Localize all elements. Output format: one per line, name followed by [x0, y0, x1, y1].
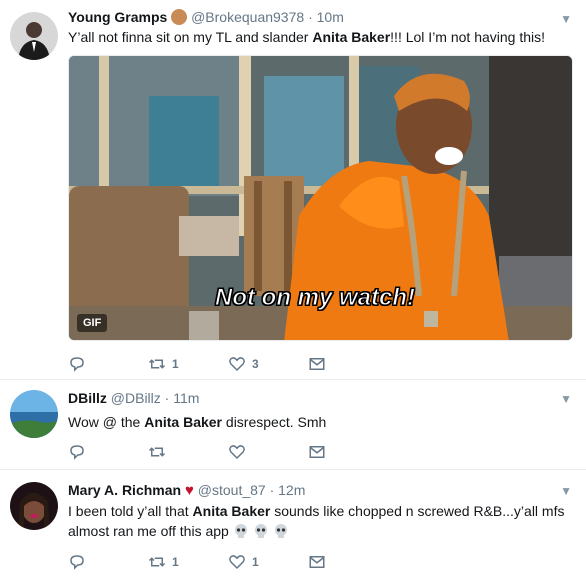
separator: ·	[164, 390, 170, 406]
retweet-button[interactable]	[148, 443, 228, 461]
handle[interactable]: @stout_87	[198, 482, 266, 498]
red-heart-icon: ♥	[184, 482, 194, 499]
heart-icon	[229, 445, 245, 460]
display-name[interactable]: Mary A. Richman	[68, 482, 181, 498]
tweet-text: I been told y’all that Anita Baker sound…	[68, 501, 574, 541]
retweet-icon	[148, 557, 166, 567]
avatar[interactable]	[10, 482, 58, 530]
envelope-icon	[309, 446, 325, 458]
tweet-text-part: !!! Lol I’m not having this!	[390, 29, 546, 45]
like-count: 1	[252, 555, 259, 569]
tweet[interactable]: DBillz @DBillz · 11m ▼ Wow @ the Anita B…	[0, 380, 586, 470]
retweet-count: 1	[172, 357, 179, 371]
display-name[interactable]: Young Gramps	[68, 9, 167, 25]
message-button[interactable]	[308, 553, 388, 571]
avatar[interactable]	[10, 390, 58, 438]
timestamp[interactable]: 10m	[317, 9, 344, 25]
separator: ·	[269, 482, 275, 498]
tweet-text-part: disrespect. Smh	[222, 414, 327, 430]
display-name[interactable]: DBillz	[68, 390, 107, 406]
separator: ·	[308, 9, 313, 25]
like-button[interactable]: 1	[228, 553, 308, 571]
retweet-icon	[148, 447, 166, 457]
gif-caption: Not on my watch!	[214, 284, 416, 312]
heart-icon	[229, 555, 245, 570]
reply-icon	[70, 555, 84, 570]
handle[interactable]: @DBillz	[111, 390, 161, 406]
timestamp[interactable]: 11m	[173, 390, 199, 406]
reply-button[interactable]	[68, 553, 148, 571]
tweet[interactable]: Young Gramps @Brokequan9378 · 10m ▼ Y’al…	[0, 0, 586, 380]
skull-emoji-icon	[254, 524, 267, 538]
tweet-text: Wow @ the Anita Baker disrespect. Smh	[68, 412, 574, 432]
tweet-text-part: Y’all not finna sit on my TL and slander	[68, 29, 313, 45]
tweet-text-highlight: Anita Baker	[312, 29, 391, 45]
tweet[interactable]: Mary A. Richman ♥ @stout_87 · 12m ▼ I be…	[0, 470, 586, 580]
retweet-count: 1	[172, 555, 179, 569]
tweet-text-highlight: Anita Baker	[144, 414, 223, 430]
heart-icon	[229, 357, 245, 372]
like-button[interactable]: 3	[228, 355, 308, 373]
retweet-button[interactable]: 1	[148, 553, 228, 571]
skull-emoji-icon	[274, 524, 287, 538]
gif-badge: GIF	[77, 314, 108, 332]
gif-media[interactable]: Not on my watch! GIF	[68, 55, 573, 341]
tweet-text: Y’all not finna sit on my TL and slander…	[68, 27, 574, 47]
envelope-icon	[309, 358, 325, 370]
envelope-icon	[309, 556, 325, 568]
tweet-text-highlight: Anita Baker	[192, 503, 271, 519]
handle[interactable]: @Brokequan9378	[191, 9, 304, 25]
reply-icon	[70, 445, 84, 460]
retweet-button[interactable]: 1	[148, 355, 228, 373]
skull-emoji-icon	[234, 524, 247, 538]
emoji-face-icon	[171, 9, 188, 25]
chevron-down-icon[interactable]: ▼	[560, 12, 572, 26]
chevron-down-icon[interactable]: ▼	[560, 392, 572, 406]
reply-button[interactable]	[68, 443, 148, 461]
reply-button[interactable]	[68, 355, 148, 373]
message-button[interactable]	[308, 355, 388, 373]
tweet-text-part: I been told y’all that	[68, 503, 193, 519]
like-count: 3	[252, 357, 259, 371]
tweet-text-part: Wow @ the	[68, 414, 145, 430]
avatar[interactable]	[10, 12, 58, 60]
chevron-down-icon[interactable]: ▼	[560, 484, 572, 498]
reply-icon	[70, 357, 84, 372]
like-button[interactable]	[228, 443, 308, 461]
message-button[interactable]	[308, 443, 388, 461]
retweet-icon	[148, 359, 166, 369]
timestamp[interactable]: 12m	[278, 482, 305, 498]
